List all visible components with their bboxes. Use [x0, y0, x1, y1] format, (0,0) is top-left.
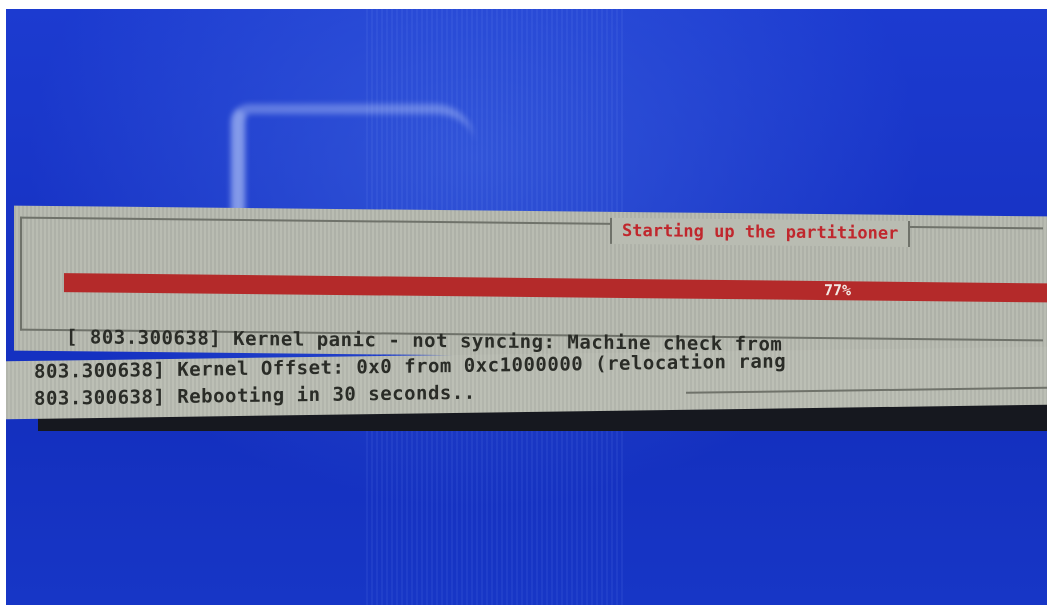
installer-dialog: Starting up the partitioner 77% [ 803.30… — [14, 205, 1047, 362]
dialog-title: Starting up the partitioner — [610, 217, 911, 247]
console-rule — [686, 386, 1047, 394]
monitor-screen: Starting up the partitioner 77% [ 803.30… — [6, 9, 1047, 605]
kernel-offset-line: 803.300638] Kernel Offset: 0x0 from 0xc1… — [34, 350, 787, 383]
rebooting-line: 803.300638] Rebooting in 30 seconds.. — [34, 381, 476, 410]
progress-percent-label: 77% — [824, 281, 852, 300]
